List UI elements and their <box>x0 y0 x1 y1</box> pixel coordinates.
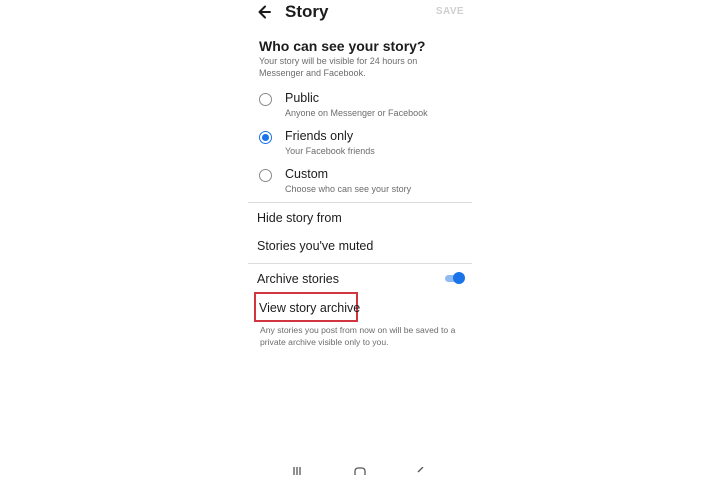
view-story-archive-label: View story archive <box>259 301 361 315</box>
option-description: Choose who can see your story <box>285 184 412 194</box>
option-label: Friends only <box>285 129 354 143</box>
audience-heading: Who can see your story? <box>259 38 426 54</box>
view-story-archive-button[interactable]: View story archive <box>254 292 361 322</box>
radio-button-selected[interactable] <box>259 131 272 144</box>
audience-description: Your story will be visible for 24 hours … <box>259 56 418 78</box>
divider <box>248 202 472 203</box>
save-button[interactable]: SAVE <box>436 6 464 18</box>
page-title: Story <box>285 2 329 21</box>
home-icon[interactable] <box>354 462 366 480</box>
option-custom[interactable]: Custom Choose who can see your story <box>248 166 472 202</box>
option-label: Custom <box>285 167 329 181</box>
app-bar: Story SAVE <box>248 0 472 26</box>
archive-note: Any stories you post from now on will be… <box>260 325 456 347</box>
toggle-thumb <box>453 272 465 284</box>
option-description: Your Facebook friends <box>285 146 375 156</box>
option-label: Public <box>285 91 320 105</box>
story-settings-screen: Story SAVE Who can see your story? Your … <box>248 0 472 479</box>
radio-button[interactable] <box>259 169 272 182</box>
system-nav-bar <box>248 456 472 479</box>
archive-stories-toggle[interactable] <box>445 272 465 284</box>
back-icon[interactable] <box>416 462 426 480</box>
arrow-left-icon[interactable] <box>256 2 274 22</box>
hide-story-from-item[interactable]: Hide story from <box>257 210 342 226</box>
stories-muted-item[interactable]: Stories you've muted <box>257 238 373 254</box>
divider <box>248 263 472 264</box>
radio-button[interactable] <box>259 93 272 106</box>
recents-icon[interactable] <box>292 462 302 480</box>
option-description: Anyone on Messenger or Facebook <box>285 108 428 118</box>
option-public[interactable]: Public Anyone on Messenger or Facebook <box>248 90 472 126</box>
archive-stories-label: Archive stories <box>257 272 339 286</box>
option-friends-only[interactable]: Friends only Your Facebook friends <box>248 128 472 164</box>
